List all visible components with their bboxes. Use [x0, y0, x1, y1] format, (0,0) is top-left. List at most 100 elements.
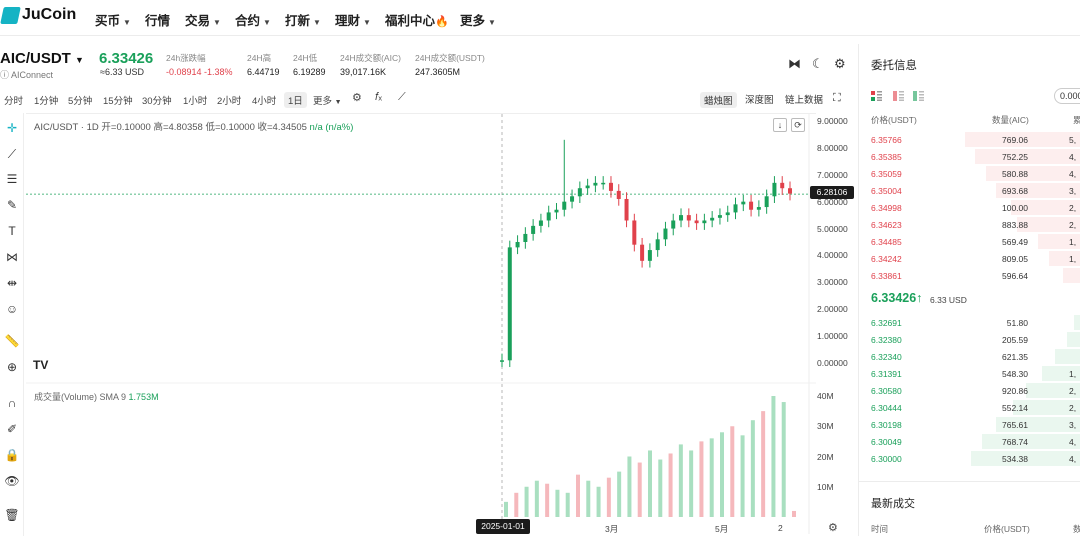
stat-label-high: 24H高	[247, 53, 272, 63]
gear-icon[interactable]: ⚙	[834, 56, 846, 72]
volume-bar	[792, 510, 796, 517]
view-onchain[interactable]: 链上数据	[785, 92, 823, 106]
crosshair-icon[interactable]: ✛	[4, 120, 20, 136]
ask-row[interactable]: 6.34485 569.49 1,	[871, 233, 1080, 250]
trendline-icon[interactable]: ⟋	[4, 146, 20, 162]
bid-row[interactable]: 6.30000 534.38 4,	[871, 450, 1080, 467]
download-icon[interactable]: ↓	[773, 118, 787, 132]
pattern-icon[interactable]: ⋈	[4, 249, 20, 265]
ask-row[interactable]: 6.34998 100.00 2,	[871, 199, 1080, 216]
nav-item-more[interactable]: 更多 ▼	[460, 10, 496, 29]
nav-item-trade[interactable]: 交易 ▼	[185, 10, 221, 29]
volume-legend-label: 成交量(Volume) SMA 9	[34, 392, 127, 402]
ask-row[interactable]: 6.34242 809.05 1,	[871, 250, 1080, 267]
tf-4h[interactable]: 4小时	[252, 93, 276, 107]
trash-icon[interactable]: 🗑	[4, 507, 20, 523]
candle-body	[694, 220, 699, 224]
nav-label: 福利中心	[385, 14, 436, 28]
volume-bar	[596, 486, 601, 517]
bid-row[interactable]: 6.32340 621.35	[871, 348, 1080, 365]
precision-select[interactable]: 0.000	[1054, 88, 1080, 104]
text-icon[interactable]: T	[4, 223, 20, 239]
brush-icon[interactable]: ✎	[4, 197, 20, 213]
chart-settings-icon[interactable]: ⚙	[828, 521, 838, 534]
nav-item-earn[interactable]: 理财 ▼	[335, 10, 371, 29]
row-price: 6.30049	[871, 437, 902, 447]
nav-item-rewards[interactable]: 福利中心🔥	[385, 10, 449, 29]
nav-item-futures[interactable]: 合约 ▼	[235, 10, 271, 29]
volume-bar	[750, 420, 755, 517]
nav-item-buy[interactable]: 买币 ▼	[95, 10, 131, 29]
orderbook-both-icon[interactable]	[871, 91, 882, 101]
stat-label-volume-aic: 24H成交额(AIC)	[340, 53, 401, 63]
tf-30m[interactable]: 30分钟	[142, 93, 172, 107]
legend-symbol: AIC/USDT · 1D	[34, 122, 99, 133]
bid-row[interactable]: 6.30580 920.86 2,	[871, 382, 1080, 399]
tf-more[interactable]: 更多 ▼	[313, 93, 342, 107]
orderbook-asks-icon[interactable]	[893, 91, 904, 101]
candle-body	[749, 201, 754, 210]
emoji-icon[interactable]: ☺	[4, 301, 20, 317]
magnet-icon[interactable]: ∩	[4, 395, 20, 411]
tf-15m[interactable]: 15分钟	[103, 93, 133, 107]
bid-row[interactable]: 6.31391 548.30 1,	[871, 365, 1080, 382]
tf-2h[interactable]: 2小时	[217, 93, 241, 107]
row-qty: 752.25	[1002, 152, 1028, 162]
bid-row[interactable]: 6.30049 768.74 4,	[871, 433, 1080, 450]
bid-row[interactable]: 6.32380 205.59	[871, 331, 1080, 348]
hlines-icon[interactable]: ☰	[4, 171, 20, 187]
volume-legend: 成交量(Volume) SMA 9 1.753M	[34, 390, 159, 403]
ask-row[interactable]: 6.35059 580.88 4,	[871, 165, 1080, 182]
tf-1h[interactable]: 1小时	[183, 93, 207, 107]
project-name[interactable]: ⓘ AIConnect	[0, 68, 53, 81]
trend-icon[interactable]: ⟋	[398, 91, 406, 104]
volume-bar	[586, 480, 591, 517]
orderbook-bids-icon[interactable]	[913, 91, 924, 101]
depth-bar	[1063, 268, 1080, 283]
candle-body	[710, 217, 715, 221]
lock-icon[interactable]: 🔒	[4, 447, 20, 463]
row-price: 6.32380	[871, 335, 902, 345]
bid-row[interactable]: 6.32691 51.80	[871, 314, 1080, 331]
brand-logo[interactable]: JuCoin	[0, 6, 76, 24]
bid-row[interactable]: 6.30444 552.14 2,	[871, 399, 1080, 416]
y-tick-label: 4.00000	[817, 250, 848, 261]
eye-icon[interactable]: 👁	[4, 473, 20, 489]
row-total: 4,	[1069, 454, 1077, 464]
ask-row[interactable]: 6.35766 769.06 5,	[871, 131, 1080, 148]
chart-canvas[interactable]	[26, 114, 816, 534]
tf-1m[interactable]: 1分钟	[34, 93, 58, 107]
tf-1d[interactable]: 1日	[284, 92, 307, 108]
settings-icon[interactable]: ⚙	[352, 91, 362, 104]
lock-pencil-icon[interactable]: ✐	[4, 421, 20, 437]
refresh-icon[interactable]: ⟳	[791, 118, 805, 132]
view-candles[interactable]: 蜡烛图	[700, 92, 737, 108]
ruler-lines-icon[interactable]: ⇹	[4, 275, 20, 291]
price-chart[interactable]	[26, 113, 816, 534]
candle-body	[570, 196, 575, 202]
indicators-icon[interactable]: 𝑓ₓ	[375, 91, 382, 104]
ask-row[interactable]: 6.35004 693.68 3,	[871, 182, 1080, 199]
nav-item-launchpad[interactable]: 打新 ▼	[285, 10, 321, 29]
volume-bar	[617, 471, 622, 517]
pair-selector[interactable]: AIC/USDT ▼	[0, 50, 84, 67]
candle-body	[772, 182, 777, 197]
ask-row[interactable]: 6.34623 883.88 2,	[871, 216, 1080, 233]
bid-row[interactable]: 6.30198 765.61 3,	[871, 416, 1080, 433]
tf-time[interactable]: 分时	[4, 93, 23, 107]
volume-tick-label: 40M	[817, 391, 834, 401]
ask-row[interactable]: 6.33861 596.64	[871, 267, 1080, 284]
volume-bar	[730, 426, 735, 517]
nav-item-markets[interactable]: 行情	[145, 10, 170, 29]
fullscreen-icon[interactable]: ⛶	[833, 92, 841, 105]
moon-icon[interactable]: ☾	[812, 56, 824, 72]
bowtie-icon[interactable]: ⧓	[788, 56, 801, 72]
measure-icon[interactable]: 📏	[4, 333, 20, 349]
candle-body	[601, 182, 606, 185]
tf-5m[interactable]: 5分钟	[68, 93, 92, 107]
volume-bar	[668, 453, 673, 517]
ask-row[interactable]: 6.35385 752.25 4,	[871, 148, 1080, 165]
view-depth[interactable]: 深度图	[745, 92, 774, 106]
zoom-in-icon[interactable]: ⊕	[4, 359, 20, 375]
row-total: 2,	[1069, 403, 1077, 413]
